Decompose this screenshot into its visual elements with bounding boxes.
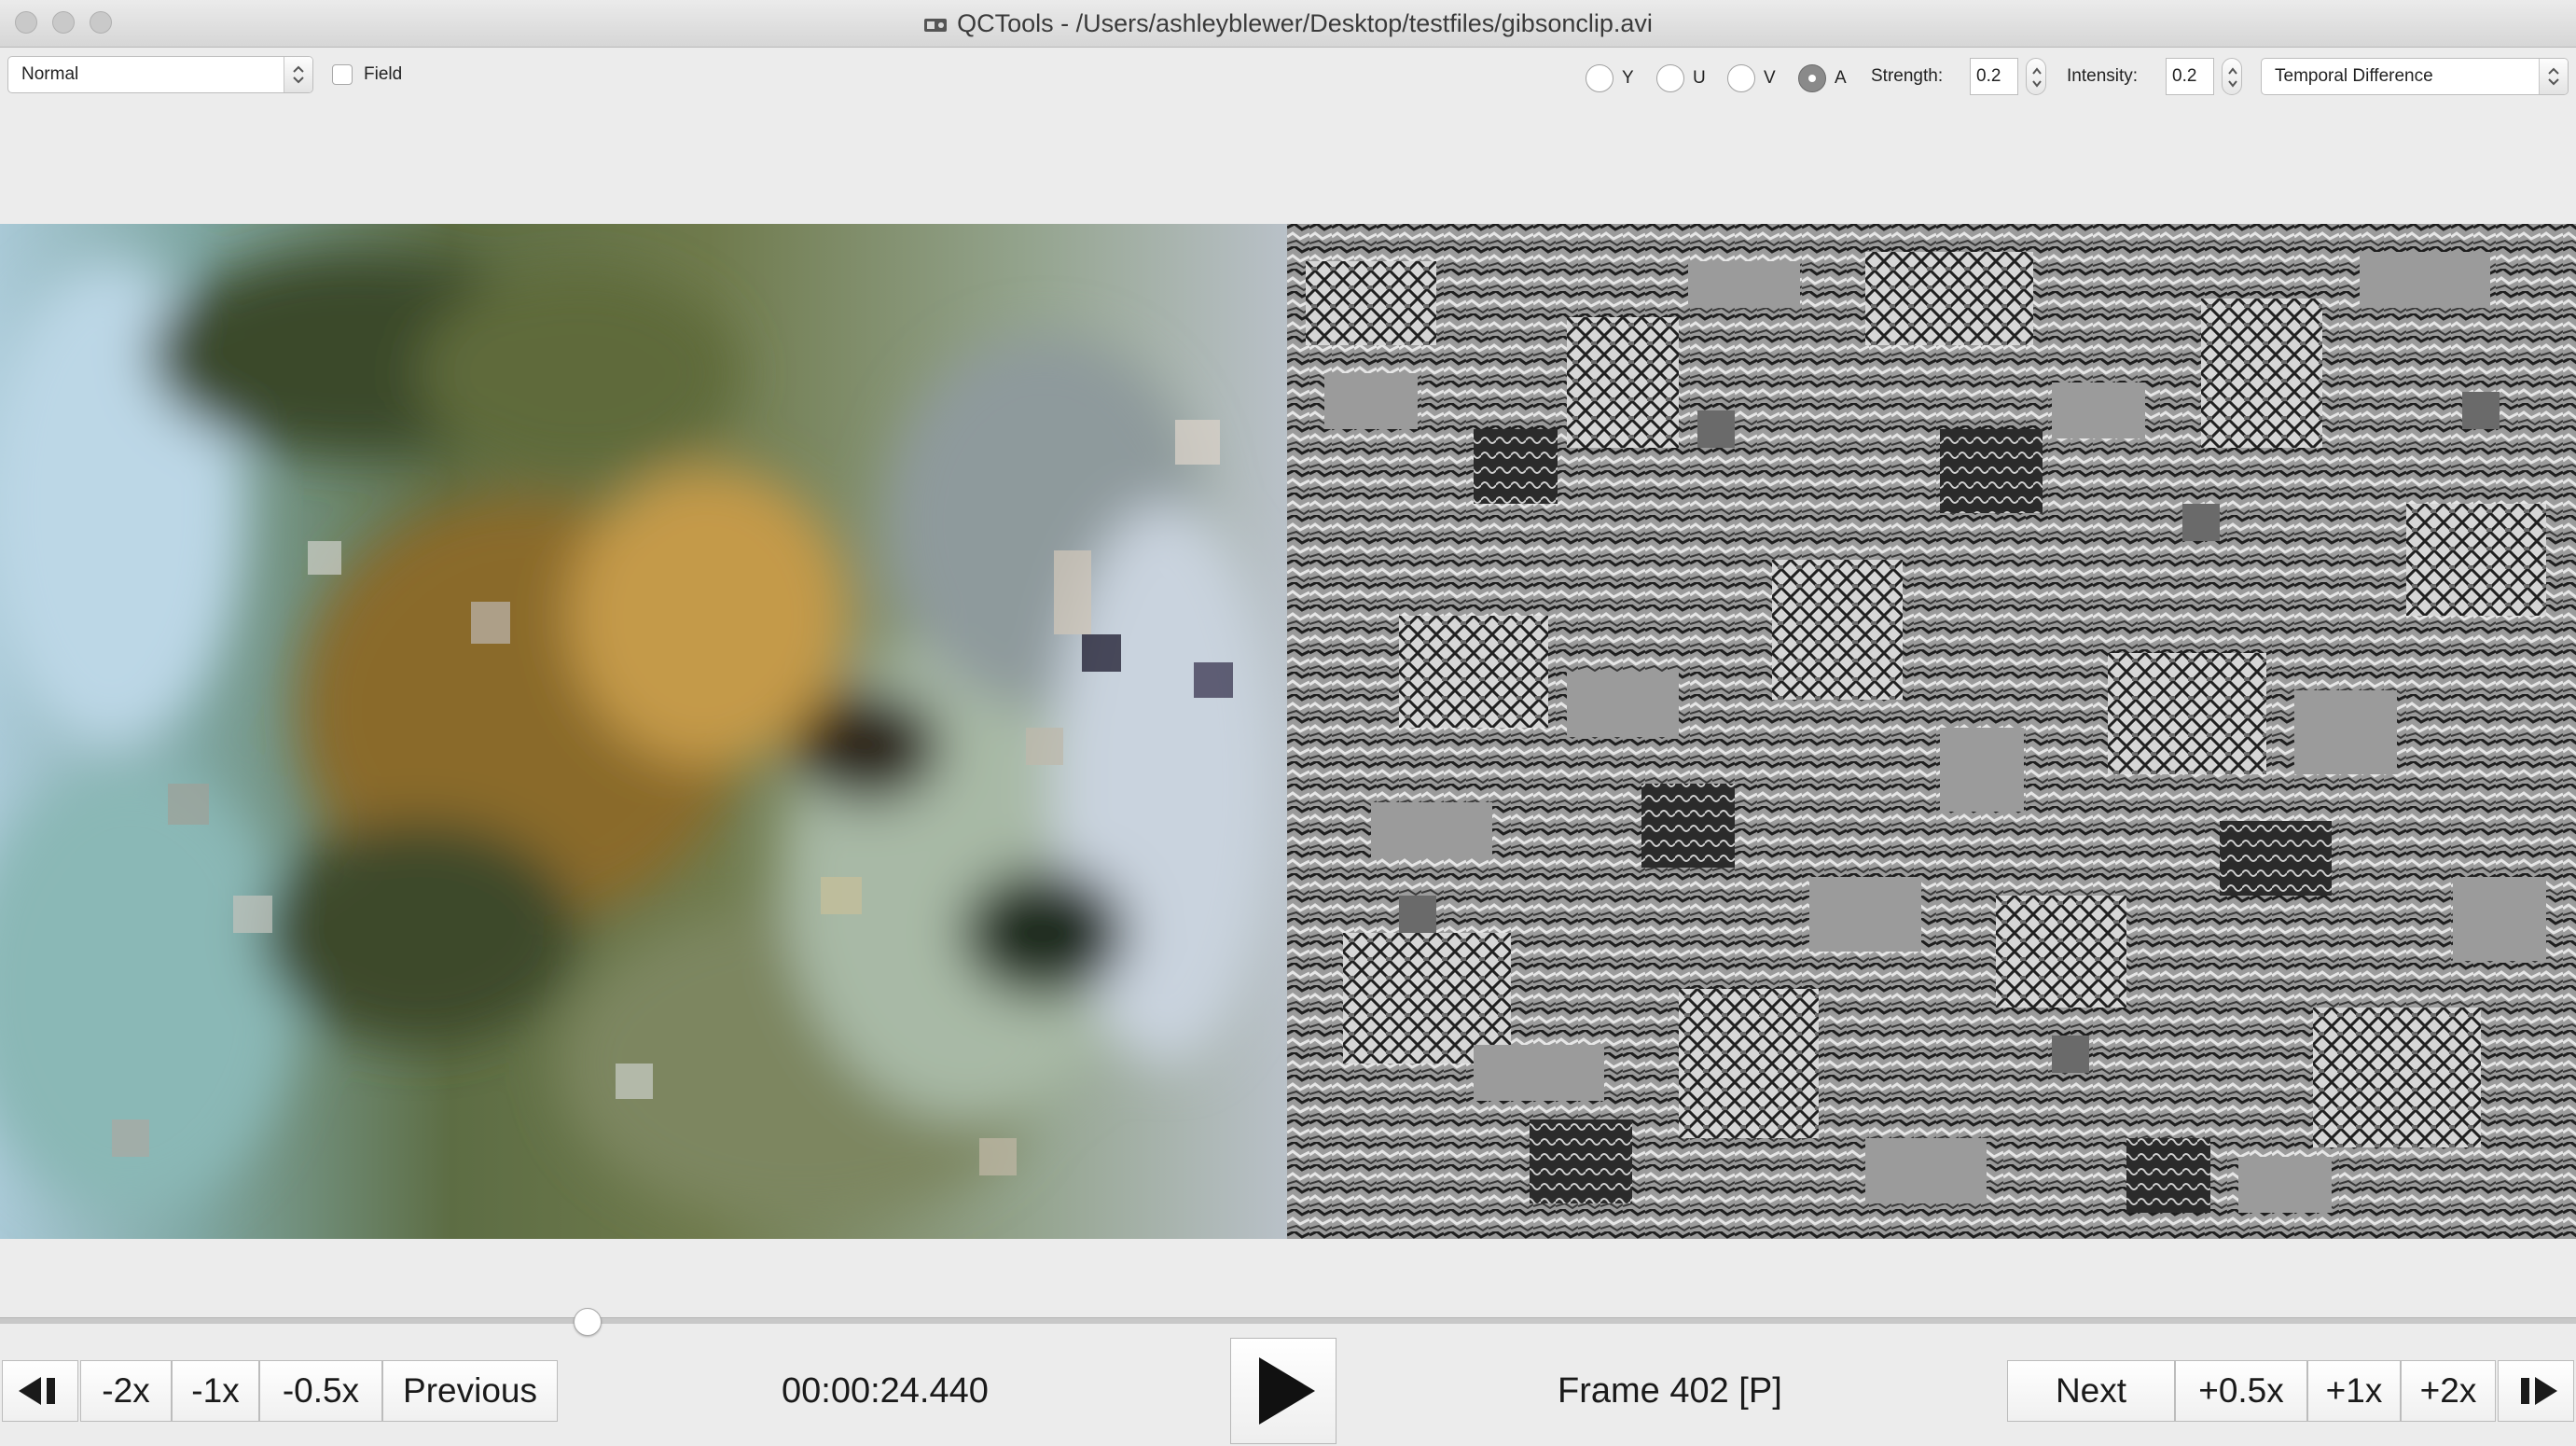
plane-radio-a[interactable]: [1798, 64, 1826, 92]
speed-plus-2x-button[interactable]: +2x: [2401, 1360, 2496, 1422]
original-frame-image: [0, 224, 1287, 1239]
select-arrows-icon: [284, 57, 312, 92]
intensity-stepper[interactable]: [2222, 58, 2242, 95]
timecode-display: 00:00:24.440: [782, 1371, 989, 1411]
stepper-arrows-icon: [2032, 67, 2042, 88]
stepper-arrows-icon: [2228, 67, 2237, 88]
view-mode-value: Normal: [21, 64, 79, 84]
original-video-frame: [0, 224, 1287, 1239]
intensity-label: Intensity:: [2067, 66, 2139, 86]
field-label: Field: [364, 64, 403, 84]
window-title: QCTools - /Users/ashleyblewer/Desktop/te…: [957, 9, 1653, 37]
plane-radio-v[interactable]: [1727, 64, 1755, 92]
strength-input[interactable]: 0.2: [1970, 58, 2018, 95]
filtered-video-frame: [1287, 224, 2576, 1239]
next-frame-button[interactable]: Next: [2007, 1360, 2175, 1422]
plane-label-v: V: [1764, 68, 1776, 88]
speed-minus-half-button[interactable]: -0.5x: [259, 1360, 382, 1422]
view-mode-select[interactable]: Normal: [7, 56, 313, 93]
speed-plus-half-button[interactable]: +0.5x: [2175, 1360, 2307, 1422]
step-back-button[interactable]: [2, 1360, 78, 1422]
select-arrows-icon: [2539, 59, 2568, 94]
plane-label-y: Y: [1622, 68, 1634, 88]
title-bar: QCTools - /Users/ashleyblewer/Desktop/te…: [0, 0, 2576, 48]
plane-radio-u[interactable]: [1656, 64, 1684, 92]
filter-value: Temporal Difference: [2275, 66, 2433, 86]
strength-stepper[interactable]: [2026, 58, 2046, 95]
strength-label: Strength:: [1871, 66, 1944, 86]
intensity-input[interactable]: 0.2: [2166, 58, 2214, 95]
step-forward-icon: [2521, 1377, 2557, 1405]
plane-radio-y[interactable]: [1586, 64, 1613, 92]
play-icon: [1259, 1357, 1315, 1425]
timeline-track[interactable]: [0, 1317, 2576, 1324]
plane-label-a: A: [1835, 68, 1847, 88]
step-back-icon: [19, 1377, 55, 1405]
window-title-wrap: QCTools - /Users/ashleyblewer/Desktop/te…: [0, 0, 2576, 47]
temporal-difference-image: [1287, 224, 2576, 1239]
field-checkbox[interactable]: [332, 64, 353, 85]
play-button[interactable]: [1230, 1338, 1336, 1444]
step-forward-button[interactable]: [2498, 1360, 2574, 1422]
frame-display: Frame 402 [P]: [1558, 1371, 1782, 1411]
speed-minus-2x-button[interactable]: -2x: [80, 1360, 172, 1422]
app-icon: [924, 18, 948, 32]
timeline-slider-thumb[interactable]: [574, 1308, 602, 1336]
previous-frame-button[interactable]: Previous: [382, 1360, 558, 1422]
plane-label-u: U: [1693, 68, 1706, 88]
filter-select[interactable]: Temporal Difference: [2261, 58, 2569, 95]
speed-minus-1x-button[interactable]: -1x: [172, 1360, 259, 1422]
speed-plus-1x-button[interactable]: +1x: [2307, 1360, 2401, 1422]
